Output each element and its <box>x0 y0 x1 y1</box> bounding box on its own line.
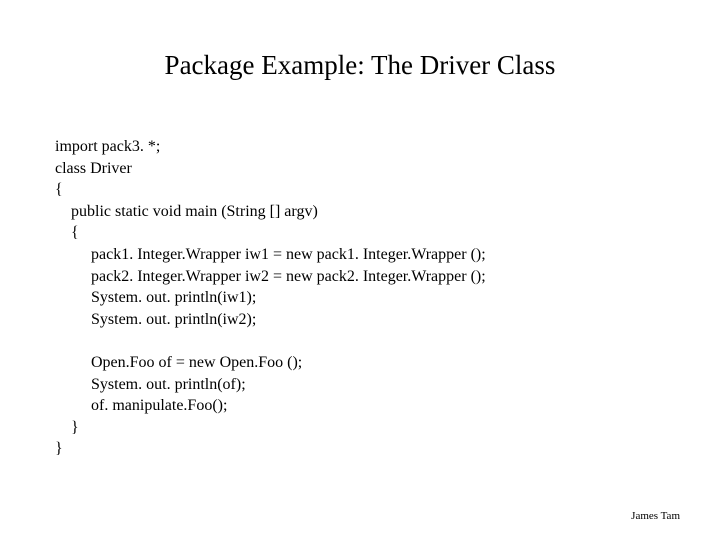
slide-title: Package Example: The Driver Class <box>55 50 665 81</box>
code-line: import pack3. *; <box>55 138 160 155</box>
code-line: class Driver <box>55 160 132 177</box>
code-line: Open.Foo of = new Open.Foo (); <box>55 354 302 371</box>
slide-container: Package Example: The Driver Class import… <box>0 0 720 540</box>
code-line: System. out. println(of); <box>55 376 246 393</box>
code-line: pack1. Integer.Wrapper iw1 = new pack1. … <box>55 246 486 263</box>
code-line: of. manipulate.Foo(); <box>55 397 227 414</box>
code-line: System. out. println(iw2); <box>55 311 256 328</box>
footer-author: James Tam <box>631 510 680 522</box>
code-line: public static void main (String [] argv) <box>55 203 318 220</box>
code-line: pack2. Integer.Wrapper iw2 = new pack2. … <box>55 268 486 285</box>
code-line: { <box>55 181 63 198</box>
code-line: } <box>55 440 63 457</box>
code-line: System. out. println(iw1); <box>55 289 256 306</box>
code-line: { <box>55 224 79 241</box>
code-block: import pack3. *; class Driver { public s… <box>55 136 665 460</box>
code-line: } <box>55 419 79 436</box>
